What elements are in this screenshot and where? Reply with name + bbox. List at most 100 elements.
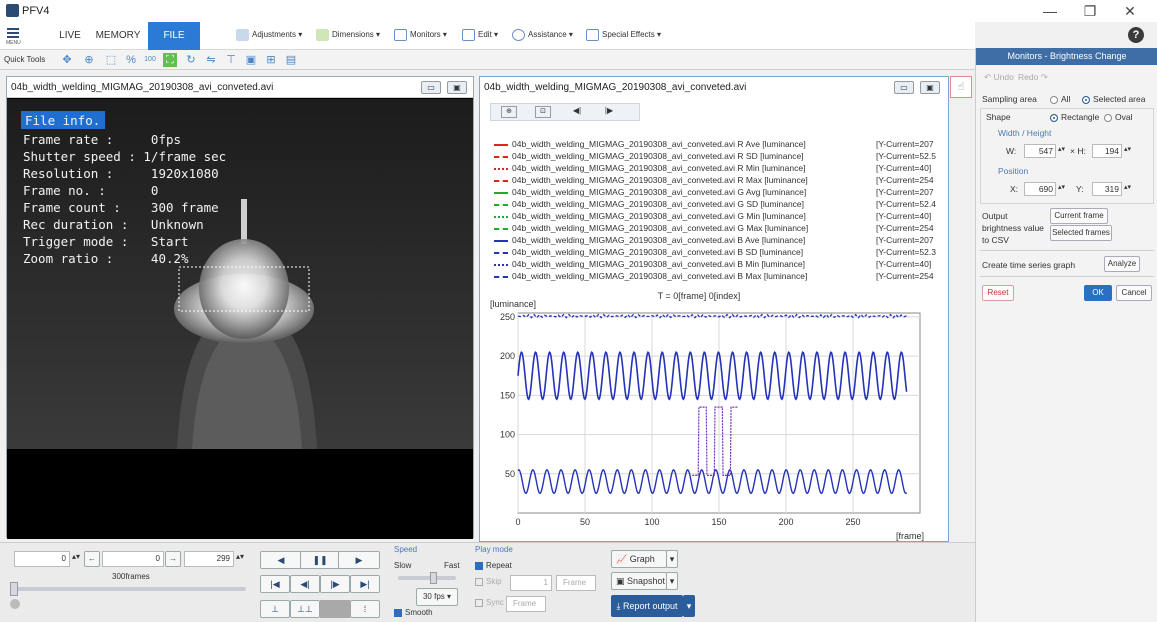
fps-select[interactable]: 30 fps ▾ [416,588,458,606]
close-button[interactable]: ✕ [1110,2,1150,20]
rotate-icon[interactable]: ↻ [184,53,198,67]
snapshot-dropdown-icon[interactable]: ▾ [666,572,678,590]
align-icon[interactable]: ⊤ [224,53,238,67]
graph-prev-icon[interactable]: ◀| [569,106,585,118]
skip-unit-select[interactable]: Frame [556,575,596,591]
luminance-chart[interactable]: T = 0[frame] 0[index] [luminance] [frame] 0… [480,287,948,541]
menu-adjustments[interactable]: Adjustments ▾ [236,29,302,41]
graph-zoom-icon[interactable]: ⊕ [501,106,517,118]
tab-live[interactable]: LIVE [52,22,88,50]
move-icon[interactable]: ✥ [60,53,74,67]
window-icon[interactable]: ▤ [284,53,298,67]
analyze-button[interactable]: Analyze [1104,256,1140,272]
current-frame-input[interactable]: 0 [102,551,164,567]
set-end-button[interactable]: ⁞ [350,600,380,618]
pointer-tool-icon[interactable]: ☝ [950,76,972,98]
menu-button[interactable]: MENU [6,26,22,46]
sync-checkbox[interactable]: Sync [475,598,504,607]
end-spinner-icon[interactable]: ▴▾ [236,552,244,561]
sync-unit-select[interactable]: Frame [506,596,546,612]
grid-icon[interactable]: ⊞ [264,53,278,67]
end-frame-input[interactable]: 299 [184,551,234,567]
percent-icon[interactable]: % [124,53,138,67]
menu-bar: MENU LIVE MEMORY FILE Adjustments ▾ Dime… [0,22,975,50]
video-minimize-button[interactable]: ▭ [421,81,441,94]
layout-icon[interactable]: ▣ [244,53,258,67]
width-spinner-icon[interactable]: ▴▾ [1058,145,1065,153]
pause-button[interactable]: ❚❚ [300,551,340,569]
width-input[interactable]: 547 [1024,144,1056,158]
help-button[interactable]: ? [1128,27,1144,43]
start-spinner-icon[interactable]: ▴▾ [72,552,80,561]
frame-slider-handle[interactable] [10,582,18,596]
graph-fit-icon[interactable]: ⊡ [535,106,551,118]
radio-selected-area[interactable]: Selected area [1082,94,1145,104]
repeat-checkbox[interactable]: Repeat [475,561,512,570]
set-start-button[interactable]: ⊥ [260,600,290,618]
frame-slider[interactable] [14,587,246,591]
playback-bar: 0 ▴▾ ← 0 → 299 ▴▾ 300frames ◀ ❚❚ ▶ |◀ ◀|… [0,542,975,622]
tab-memory[interactable]: MEMORY [94,22,142,50]
redo-button[interactable]: Redo ↷ [1018,72,1048,83]
legend-line-icon [494,239,508,242]
speed-slider-handle[interactable] [430,572,437,584]
fit-icon[interactable]: ⛶ [163,53,177,67]
video-maximize-button[interactable]: ▣ [447,81,467,94]
marker-icon[interactable] [10,599,20,609]
graph-button[interactable]: 📈 Graph [611,550,667,568]
step-back-button[interactable]: ◀| [290,575,320,593]
first-frame-button[interactable]: |◀ [260,575,290,593]
minimize-button[interactable]: — [1030,2,1070,20]
step-forward-button[interactable]: |▶ [320,575,350,593]
last-frame-button[interactable]: ▶| [350,575,380,593]
zoom-select-icon[interactable]: ⬚ [104,53,118,67]
position-label: Position [998,166,1029,176]
prev-arrow-icon[interactable]: ← [84,551,100,567]
special-effects-icon [586,29,599,41]
report-dropdown-icon[interactable]: ▾ [683,595,695,617]
menu-monitors[interactable]: Monitors ▾ [394,29,447,41]
skip-checkbox[interactable]: Skip [475,577,502,586]
graph-dropdown-icon[interactable]: ▾ [666,550,678,568]
smooth-checkbox[interactable]: Smooth [394,608,433,617]
play-button[interactable]: ▶ [338,551,380,569]
flip-icon[interactable]: ⇋ [204,53,218,67]
x-spinner-icon[interactable]: ▴▾ [1058,183,1065,191]
menu-special-effects[interactable]: Special Effects ▾ [586,29,661,41]
zoom-100-icon[interactable]: 100 [143,53,157,67]
radio-oval[interactable]: Oval [1104,112,1132,122]
graph-maximize-button[interactable]: ▣ [920,81,940,94]
snapshot-button[interactable]: ▣ Snapshot [611,572,667,590]
cancel-button[interactable]: Cancel [1116,285,1152,301]
report-output-button[interactable]: ⤓ Report output [611,595,683,617]
zoom-in-icon[interactable]: ⊕ [82,53,96,67]
play-reverse-button[interactable]: ◀ [260,551,302,569]
skip-input[interactable]: 1 [510,575,552,591]
speed-slider[interactable] [398,576,456,580]
set-range-button[interactable]: ⊥⊥ [290,600,320,618]
video-frame[interactable] [7,99,473,539]
ok-button[interactable]: OK [1084,285,1112,301]
next-arrow-icon[interactable]: → [165,551,181,567]
radio-rectangle[interactable]: Rectangle [1050,112,1099,122]
reset-button[interactable]: Reset [982,285,1014,301]
graph-minimize-button[interactable]: ▭ [894,81,914,94]
graph-next-icon[interactable]: |▶ [601,106,617,118]
height-spinner-icon[interactable]: ▴▾ [1124,145,1131,153]
video-window: 04b_width_welding_MIGMAG_20190308_avi_co… [6,76,474,539]
menu-edit[interactable]: Edit ▾ [462,29,498,41]
selected-frames-button[interactable]: Selected frames [1050,225,1112,241]
start-frame-input[interactable]: 0 [14,551,70,567]
y-input[interactable]: 319 [1092,182,1122,196]
tab-file[interactable]: FILE [148,22,200,50]
y-spinner-icon[interactable]: ▴▾ [1124,183,1131,191]
height-input[interactable]: 194 [1092,144,1122,158]
maximize-button[interactable]: ❐ [1070,2,1110,20]
undo-button[interactable]: ↶ Undo [984,72,1014,83]
x-input[interactable]: 690 [1024,182,1056,196]
radio-all[interactable]: All [1050,94,1070,104]
assistance-icon [512,29,525,41]
menu-dimensions[interactable]: Dimensions ▾ [316,29,380,41]
menu-assistance[interactable]: Assistance ▾ [512,29,573,41]
current-frame-button[interactable]: Current frame [1050,208,1108,224]
